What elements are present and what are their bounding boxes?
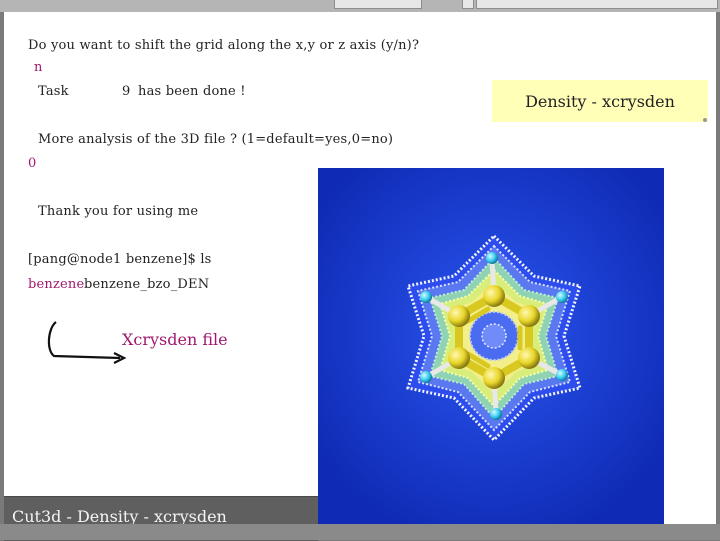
benzene-molecule-render — [318, 168, 664, 530]
terminal-more-analysis: More analysis of the 3D file ? (1=defaul… — [38, 132, 394, 147]
top-bar-tab — [462, 0, 474, 9]
top-bar-tab — [334, 0, 422, 9]
xcrysden-file-label: Xcrysden file — [122, 330, 228, 349]
terminal-prompt: [pang@node1 benzene]$ ls — [28, 252, 212, 267]
corner-mark — [703, 118, 707, 122]
terminal-task-number: 9 — [122, 84, 131, 99]
terminal-line-shift-prompt: Do you want to shift the grid along the … — [28, 38, 420, 53]
density-isosurface-image — [318, 168, 664, 530]
terminal-task-done: has been done ! — [138, 84, 246, 99]
density-title-box: Density - xcrysden — [492, 80, 708, 122]
terminal-thank-you: Thank you for using me — [38, 204, 199, 219]
terminal-task-label: Task — [38, 84, 69, 99]
ls-output-file: benzene_bzo_DEN — [84, 277, 210, 292]
top-bar-tab — [476, 0, 718, 9]
terminal-answer-n: n — [34, 60, 43, 75]
bottom-strip — [0, 524, 720, 540]
top-bar — [0, 0, 720, 12]
ls-output-dir: benzene — [28, 277, 85, 292]
curved-arrow-icon — [47, 321, 127, 364]
terminal-answer-0: 0 — [28, 156, 37, 171]
